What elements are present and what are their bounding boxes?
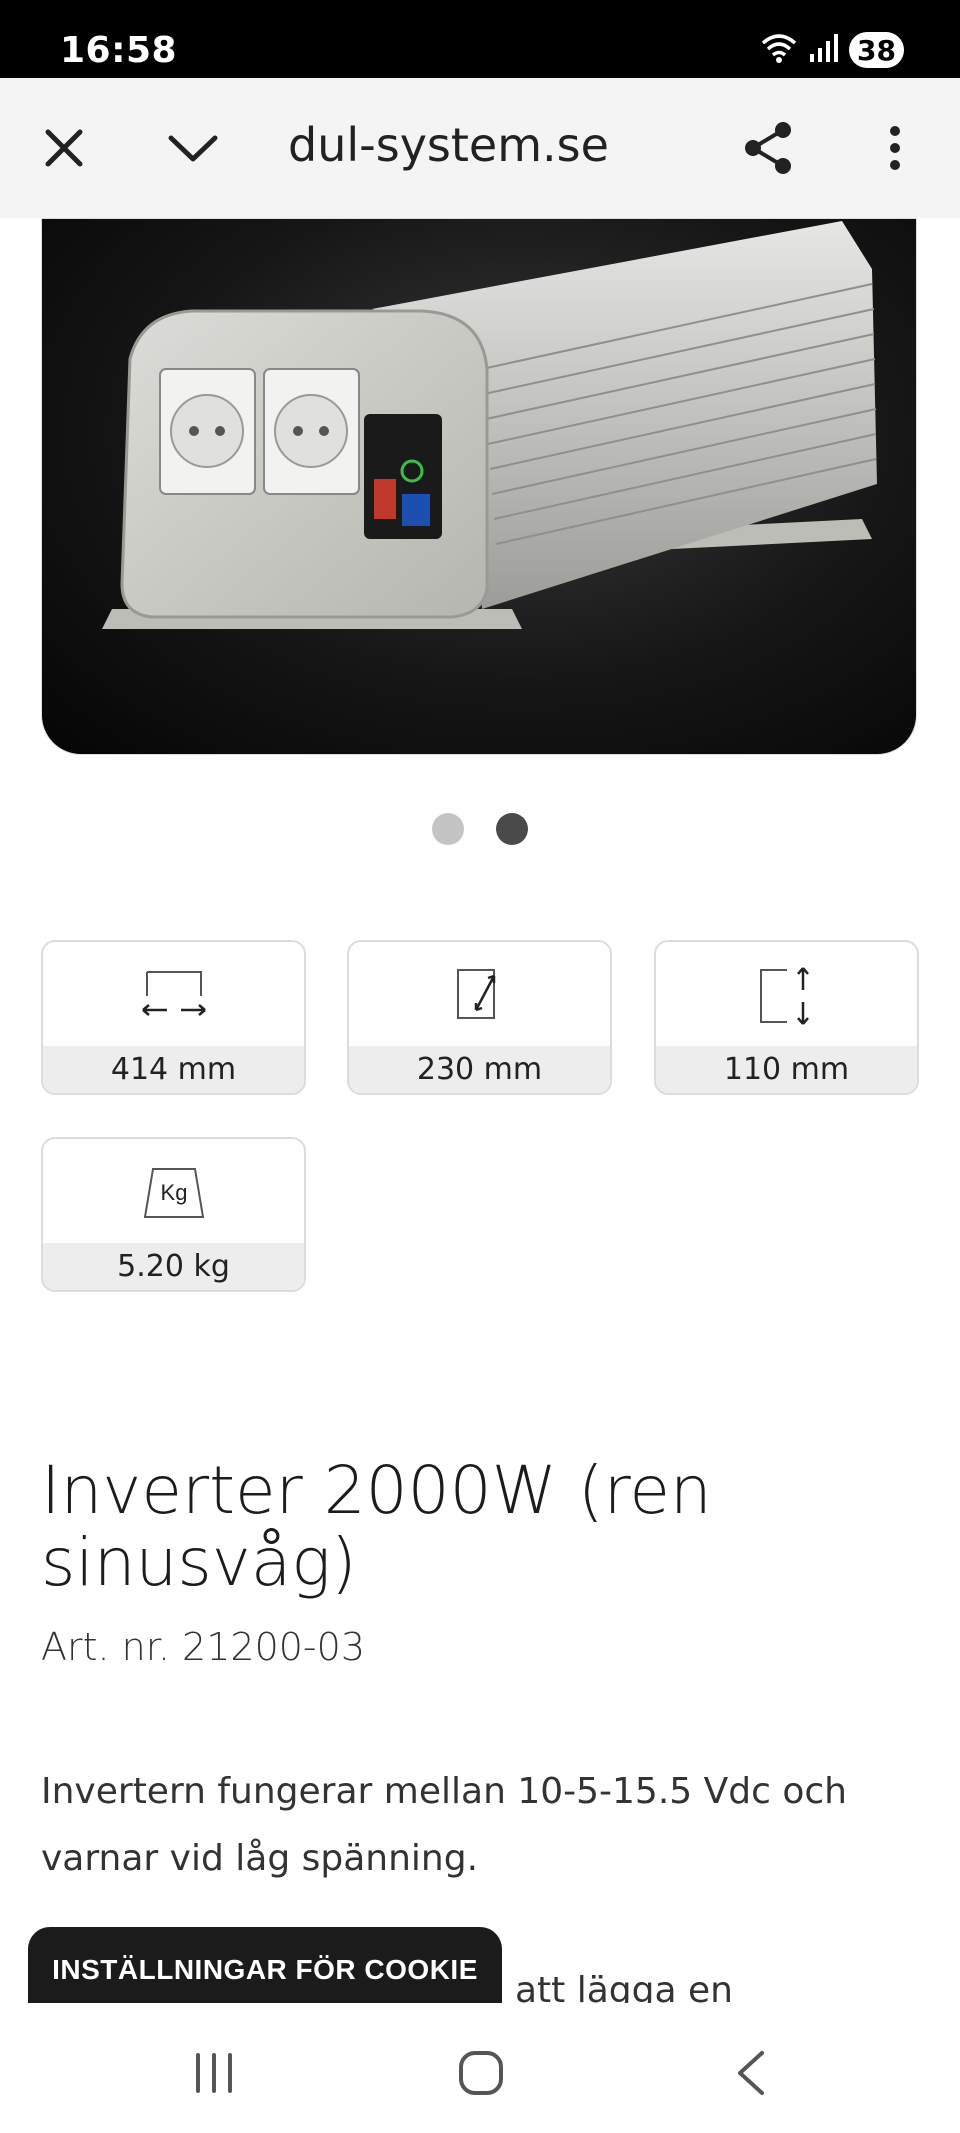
spec-height-value: 110 mm [656,1046,917,1093]
home-icon[interactable] [441,2043,521,2103]
spec-weight-value: 5.20 kg [43,1243,304,1290]
product-description: Invertern fungerar mellan 10-5-15.5 Vdc … [41,1771,847,1879]
wifi-icon [759,31,799,70]
status-icons: 38 [759,30,904,70]
spec-depth-value: 230 mm [349,1046,610,1093]
more-vert-icon[interactable] [859,112,931,184]
spec-length-card: 414 mm [41,940,306,1095]
chevron-down-icon[interactable] [157,112,229,184]
carousel-dots [0,813,960,845]
spec-length-value: 414 mm [43,1046,304,1093]
depth-icon [456,969,495,1019]
close-icon[interactable] [28,112,100,184]
signal-icon [809,32,839,69]
recent-apps-icon[interactable] [174,2043,254,2103]
height-icon [759,967,809,1025]
product-title: Inverter 2000W (ren sinusvåg) [41,1452,712,1601]
article-number: Art. nr. 21200-03 [41,1625,366,1669]
carousel-dot-2[interactable] [496,813,528,845]
spec-depth-card: 230 mm [347,940,612,1095]
browser-toolbar: dul-system.se [0,78,960,218]
inverter-illustration [102,221,877,629]
cookie-settings-button[interactable]: INSTÄLLNINGAR FÖR COOKIE [28,1927,502,2013]
weight-icon-text: Kg [160,1180,187,1205]
weight-icon: Kg [143,1168,204,1218]
product-image[interactable] [41,218,917,755]
status-bar: 16:58 38 [0,0,960,78]
spec-height-card: 110 mm [654,940,919,1095]
back-icon[interactable] [711,2043,791,2103]
carousel-dot-1[interactable] [432,813,464,845]
length-icon [141,971,206,1016]
status-time: 16:58 [60,30,178,71]
battery-icon: 38 [849,32,904,68]
system-nav-bar [0,2003,960,2133]
spec-weight-card: Kg 5.20 kg [41,1137,306,1292]
address-bar-url[interactable]: dul-system.se [288,118,609,172]
share-icon[interactable] [732,112,804,184]
